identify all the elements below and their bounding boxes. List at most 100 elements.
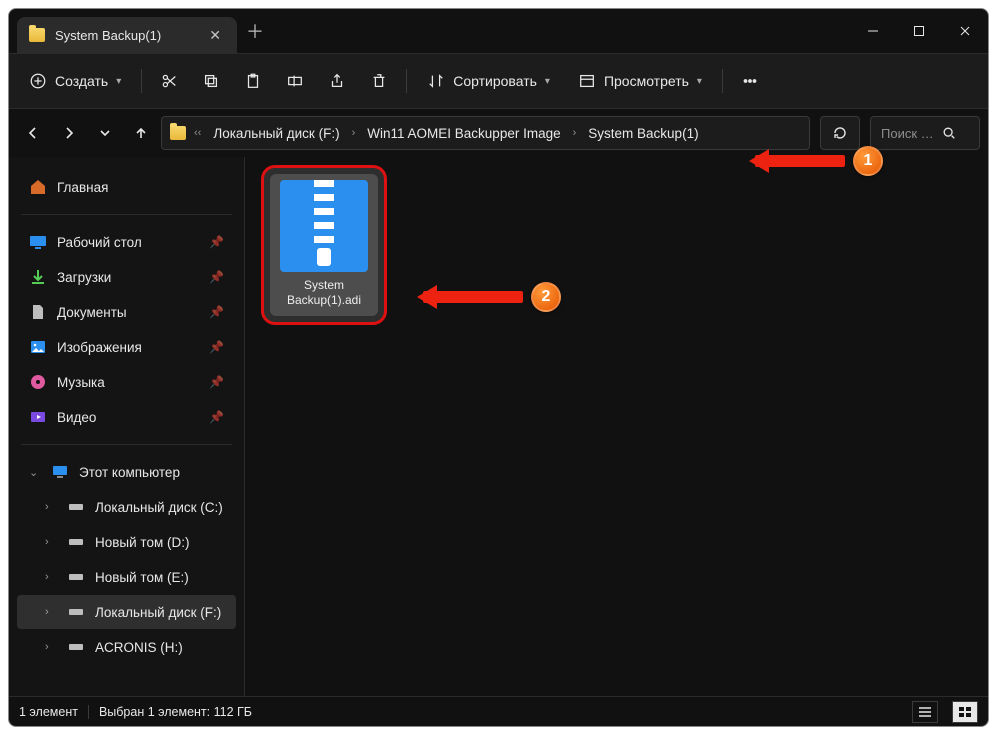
sidebar-item-drive-c[interactable]: › Локальный диск (C:) [17, 490, 236, 524]
sidebar-label: Рабочий стол [57, 235, 142, 250]
desktop-icon [29, 233, 47, 251]
sidebar-item-drive-e[interactable]: › Новый том (E:) [17, 560, 236, 594]
minimize-button[interactable] [850, 9, 896, 53]
sidebar: Главная Рабочий стол 📌 Загрузки 📌 Докуме… [9, 157, 245, 696]
sidebar-label: Главная [57, 180, 108, 195]
video-icon [29, 408, 47, 426]
plus-circle-icon [29, 72, 47, 90]
scissors-icon [160, 72, 178, 90]
paste-icon [244, 72, 262, 90]
nav-recent-button[interactable] [89, 117, 121, 149]
sidebar-item-drive-h[interactable]: › ACRONIS (H:) [17, 630, 236, 664]
new-tab-button[interactable]: ＋ [237, 18, 273, 44]
chevron-left-icon: ‹‹ [192, 127, 203, 139]
content-area[interactable]: 1 System Backup(1).adi 2 [245, 157, 988, 696]
close-tab-button[interactable]: ✕ [205, 27, 225, 44]
view-icon [578, 72, 596, 90]
pin-icon: 📌 [209, 340, 224, 354]
sidebar-item-music[interactable]: Музыка 📌 [17, 365, 236, 399]
sort-button[interactable]: Сортировать ▾ [415, 63, 562, 99]
more-button[interactable] [731, 63, 769, 99]
annotation-badge-2: 2 [531, 282, 561, 312]
sidebar-label: Новый том (D:) [95, 535, 190, 550]
delete-button[interactable] [360, 63, 398, 99]
cut-button[interactable] [150, 63, 188, 99]
status-item-count: 1 элемент [19, 705, 78, 719]
address-bar[interactable]: ‹‹ Локальный диск (F:) › Win11 AOMEI Bac… [161, 116, 810, 150]
nav-forward-button[interactable] [53, 117, 85, 149]
nav-up-button[interactable] [125, 117, 157, 149]
sidebar-item-pictures[interactable]: Изображения 📌 [17, 330, 236, 364]
pin-icon: 📌 [209, 375, 224, 389]
status-bar: 1 элемент Выбран 1 элемент: 112 ГБ [9, 696, 988, 726]
breadcrumb-drive[interactable]: Локальный диск (F:) [209, 124, 343, 143]
create-button[interactable]: Создать ▾ [17, 63, 133, 99]
pin-icon: 📌 [209, 410, 224, 424]
chevron-right-icon: › [45, 501, 57, 513]
pin-icon: 📌 [209, 305, 224, 319]
search-box[interactable]: Поиск … [870, 116, 980, 150]
chevron-down-icon: ⌄ [29, 466, 41, 479]
refresh-button[interactable] [820, 116, 860, 150]
copy-button[interactable] [192, 63, 230, 99]
create-label: Создать [55, 73, 108, 89]
sidebar-label: ACRONIS (H:) [95, 640, 183, 655]
chevron-down-icon: ▾ [545, 76, 550, 87]
annotation-badge-1: 1 [853, 146, 883, 176]
annotation-arrow-1 [755, 155, 845, 167]
chevron-down-icon: ▾ [116, 76, 121, 87]
rename-button[interactable] [276, 63, 314, 99]
search-icon [942, 126, 956, 140]
home-icon [29, 178, 47, 196]
copy-icon [202, 72, 220, 90]
trash-icon [370, 72, 388, 90]
breadcrumb-folder-2[interactable]: System Backup(1) [584, 124, 702, 143]
sidebar-item-drive-f[interactable]: › Локальный диск (F:) [17, 595, 236, 629]
folder-icon [170, 126, 186, 140]
paste-button[interactable] [234, 63, 272, 99]
drive-icon [67, 603, 85, 621]
annotation-arrow-2 [423, 291, 523, 303]
window-tab[interactable]: System Backup(1) ✕ [17, 17, 237, 53]
sidebar-item-desktop[interactable]: Рабочий стол 📌 [17, 225, 236, 259]
nav-back-button[interactable] [17, 117, 49, 149]
drive-icon [67, 498, 85, 516]
view-grid-button[interactable] [952, 701, 978, 723]
pin-icon: 📌 [209, 235, 224, 249]
rename-icon [286, 72, 304, 90]
download-icon [29, 268, 47, 286]
sidebar-label: Локальный диск (C:) [95, 500, 223, 515]
breadcrumb-folder-1[interactable]: Win11 AOMEI Backupper Image [363, 124, 564, 143]
drive-icon [67, 568, 85, 586]
ellipsis-icon [741, 72, 759, 90]
sidebar-item-downloads[interactable]: Загрузки 📌 [17, 260, 236, 294]
search-placeholder: Поиск … [881, 126, 934, 141]
pictures-icon [29, 338, 47, 356]
sidebar-item-documents[interactable]: Документы 📌 [17, 295, 236, 329]
sidebar-item-drive-d[interactable]: › Новый том (D:) [17, 525, 236, 559]
view-list-button[interactable] [912, 701, 938, 723]
chevron-right-icon: › [350, 127, 358, 139]
sidebar-item-video[interactable]: Видео 📌 [17, 400, 236, 434]
tab-title: System Backup(1) [55, 28, 161, 43]
file-explorer-window: System Backup(1) ✕ ＋ Создать ▾ С [8, 8, 989, 727]
sidebar-label: Музыка [57, 375, 105, 390]
file-item[interactable]: System Backup(1).adi [270, 174, 378, 316]
sidebar-label: Новый том (E:) [95, 570, 189, 585]
annotation-highlight-box: System Backup(1).adi [261, 165, 387, 325]
view-button[interactable]: Просмотреть ▾ [566, 63, 714, 99]
share-button[interactable] [318, 63, 356, 99]
view-label: Просмотреть [604, 73, 689, 89]
chevron-right-icon: › [45, 641, 57, 653]
chevron-right-icon: › [45, 571, 57, 583]
chevron-down-icon: ▾ [697, 76, 702, 87]
sidebar-item-this-pc[interactable]: ⌄ Этот компьютер [17, 455, 236, 489]
maximize-button[interactable] [896, 9, 942, 53]
status-selection: Выбран 1 элемент: 112 ГБ [99, 705, 252, 719]
sidebar-label: Загрузки [57, 270, 111, 285]
close-window-button[interactable] [942, 9, 988, 53]
sidebar-item-home[interactable]: Главная [17, 170, 236, 204]
sidebar-label: Изображения [57, 340, 142, 355]
sidebar-label: Локальный диск (F:) [95, 605, 221, 620]
sidebar-label: Этот компьютер [79, 465, 180, 480]
